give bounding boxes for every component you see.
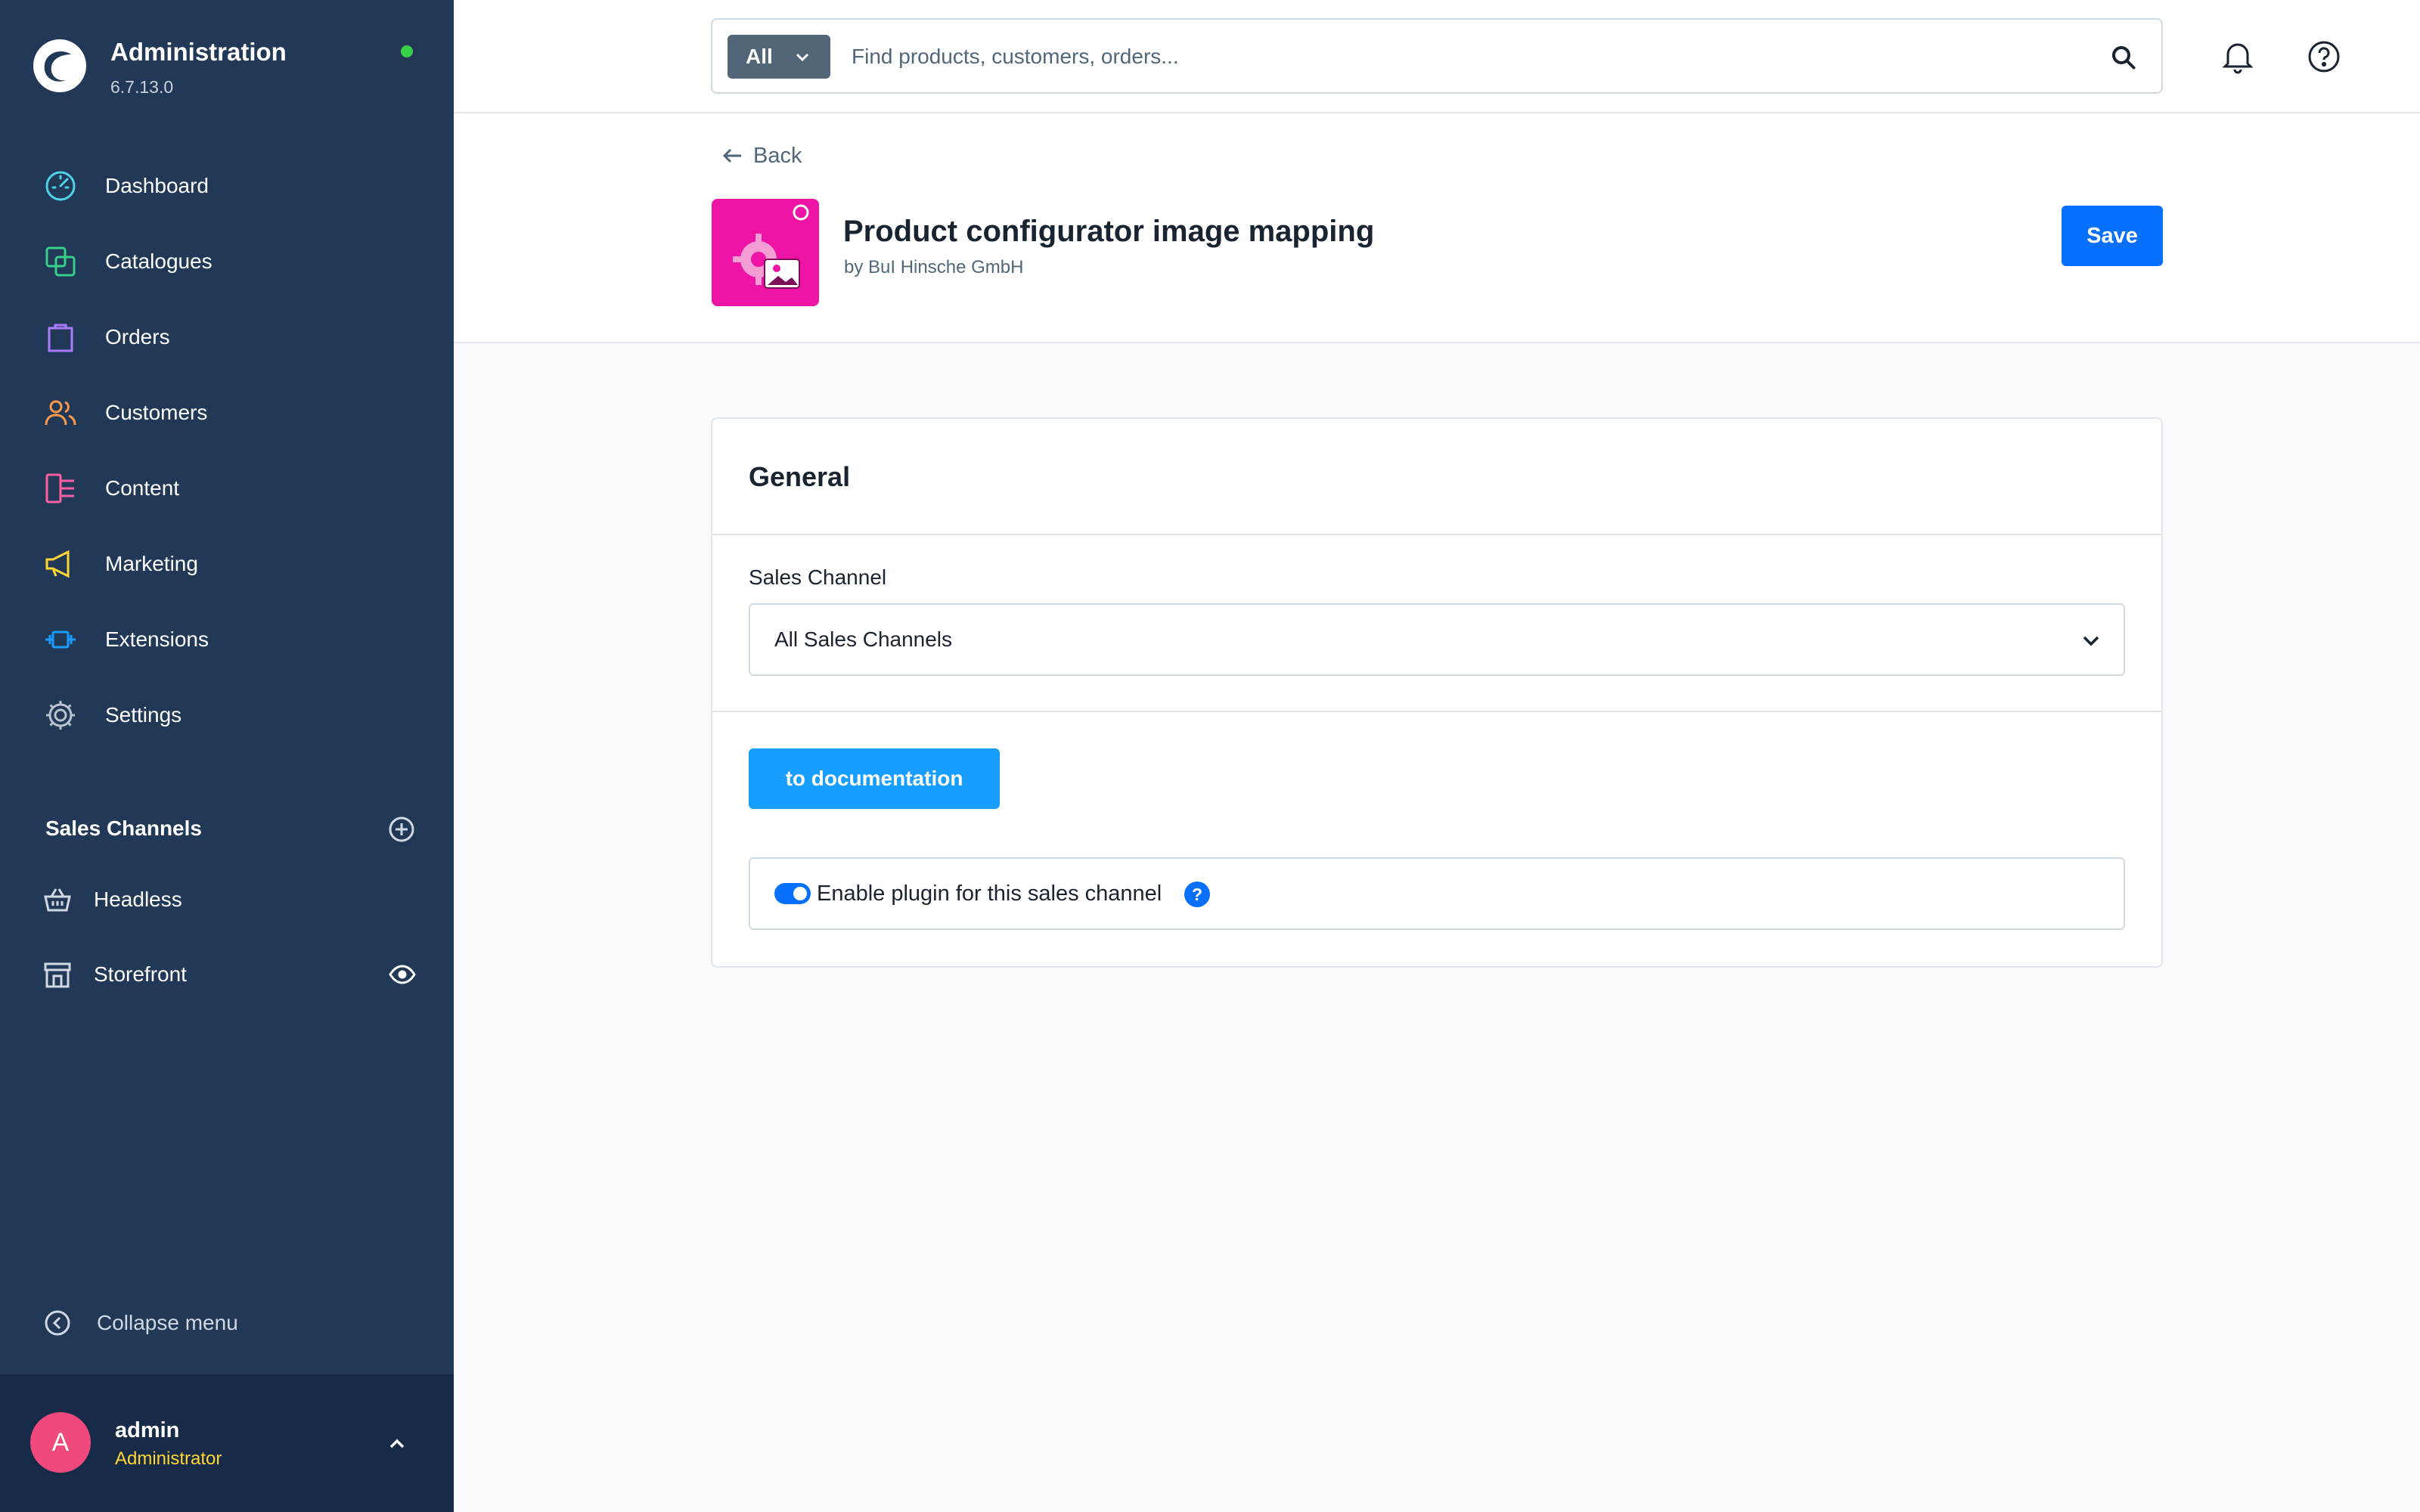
global-search: All <box>711 18 2163 94</box>
shopware-logo-icon <box>33 39 86 92</box>
documentation-button[interactable]: to documentation <box>749 748 1000 809</box>
nav-item-orders[interactable]: Orders <box>42 314 420 360</box>
chevron-down-icon <box>2083 636 2099 646</box>
customers-icon <box>42 395 79 431</box>
nav-label: Catalogues <box>105 249 213 273</box>
chevron-up-icon[interactable] <box>382 1429 412 1459</box>
add-sales-channel-icon[interactable] <box>387 815 416 844</box>
nav-label: Customers <box>105 401 208 424</box>
plugin-vendor: by BuI Hinsche GmbH <box>844 257 1024 277</box>
eye-icon[interactable] <box>389 961 416 988</box>
nav-label: Extensions <box>105 627 209 651</box>
help-icon[interactable] <box>2305 38 2343 76</box>
nav-item-customers[interactable]: Customers <box>42 390 420 435</box>
basket-icon <box>44 888 71 912</box>
nav-label: Settings <box>105 703 182 727</box>
dashboard-icon <box>42 168 79 204</box>
marketing-icon <box>42 546 79 582</box>
page-title: Product configurator image mapping <box>843 215 1375 248</box>
search-type-select[interactable]: All <box>728 35 830 79</box>
sales-channel-field-label: Sales Channel <box>749 565 887 589</box>
card-divider <box>712 711 2161 712</box>
back-link[interactable]: Back <box>723 141 802 171</box>
chevron-down-icon <box>796 53 809 62</box>
sales-channels-title: Sales Channels <box>45 816 202 840</box>
enable-plugin-toggle[interactable] <box>774 883 811 904</box>
top-bar: All <box>454 0 2420 113</box>
nav-item-marketing[interactable]: Marketing <box>42 541 420 587</box>
sales-channel-headless[interactable]: Headless <box>42 877 416 922</box>
sidebar: Administration 6.7.13.0 Dashboard Catalo… <box>0 0 454 1512</box>
enable-plugin-label: Enable plugin for this sales channel <box>817 881 1162 906</box>
sales-channel-select[interactable]: All Sales Channels <box>749 603 2125 676</box>
chevron-left-circle-icon <box>45 1310 70 1336</box>
nav-label: Content <box>105 476 180 500</box>
back-label: Back <box>753 143 802 168</box>
orders-icon <box>42 319 79 355</box>
nav-item-catalogues[interactable]: Catalogues <box>42 239 420 284</box>
nav-label: Orders <box>105 325 170 349</box>
online-status-dot <box>401 45 413 57</box>
general-card: General Sales Channel All Sales Channels… <box>711 417 2163 968</box>
card-title: General <box>749 461 851 492</box>
user-bar: A admin Administrator <box>0 1374 454 1512</box>
user-name: admin <box>115 1418 180 1442</box>
sales-channels-header: Sales Channels <box>45 813 416 847</box>
collapse-menu-label: Collapse menu <box>97 1311 238 1334</box>
nav-item-dashboard[interactable]: Dashboard <box>42 163 420 209</box>
nav-item-extensions[interactable]: Extensions <box>42 617 420 662</box>
settings-icon <box>42 697 79 733</box>
nav-item-settings[interactable]: Settings <box>42 692 420 738</box>
help-tooltip-icon[interactable]: ? <box>1184 881 1210 907</box>
save-button[interactable]: Save <box>2062 206 2163 266</box>
enable-plugin-field: Enable plugin for this sales channel ? <box>749 857 2125 930</box>
arrow-left-icon <box>723 148 741 163</box>
brand-version: 6.7.13.0 <box>110 77 174 97</box>
content-icon <box>42 470 79 507</box>
search-type-label: All <box>746 45 773 68</box>
catalogues-icon <box>42 243 79 280</box>
search-icon[interactable] <box>2107 41 2140 74</box>
sales-channel-select-value: All Sales Channels <box>774 627 953 651</box>
user-role: Administrator <box>115 1448 222 1469</box>
nav-label: Dashboard <box>105 174 209 197</box>
collapse-menu-button[interactable]: Collapse menu <box>42 1300 238 1346</box>
nav-item-content[interactable]: Content <box>42 466 420 511</box>
card-divider <box>712 534 2161 535</box>
sales-channel-storefront[interactable]: Storefront <box>42 952 416 997</box>
storefront-icon <box>44 962 71 988</box>
nav-label: Marketing <box>105 552 198 575</box>
plugin-logo-icon <box>712 199 819 306</box>
notification-bell-icon[interactable] <box>2219 38 2257 76</box>
brand: Administration 6.7.13.0 <box>32 35 425 110</box>
page-header: Back Product configurator image mapping … <box>454 113 2420 343</box>
search-input[interactable] <box>852 35 2062 79</box>
avatar[interactable]: A <box>30 1412 91 1473</box>
sales-channel-label: Storefront <box>94 962 187 986</box>
sales-channel-label: Headless <box>94 888 182 911</box>
extensions-icon <box>42 621 79 658</box>
brand-title: Administration <box>110 38 287 66</box>
